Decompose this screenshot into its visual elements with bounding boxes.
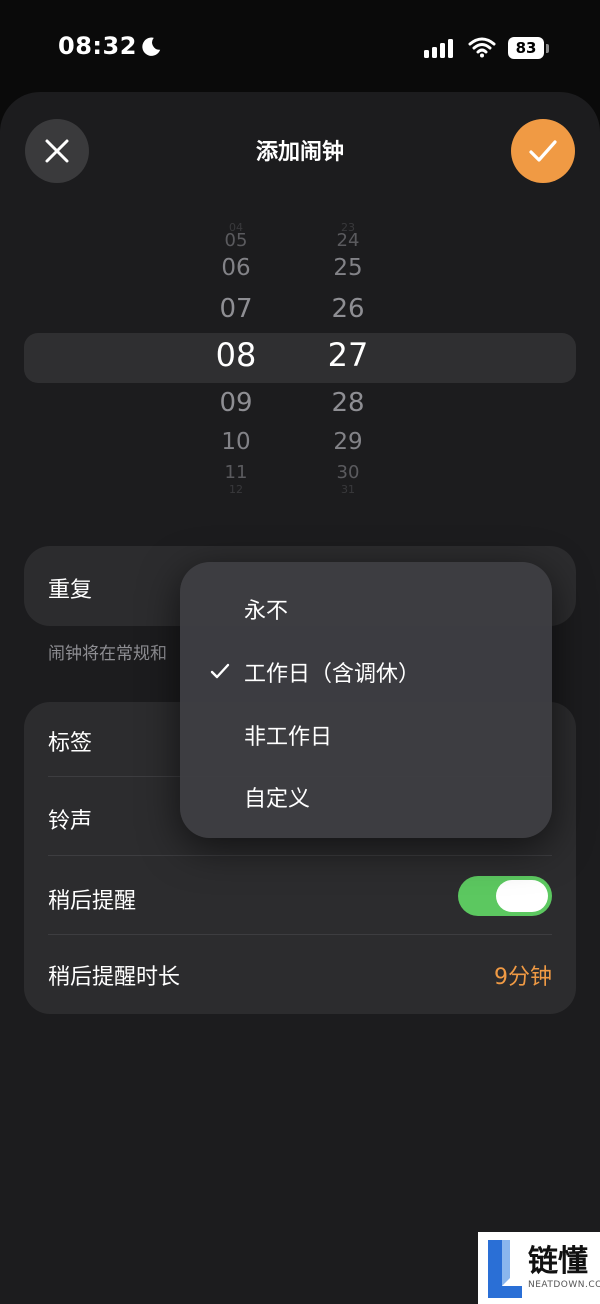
hour-option-11[interactable]: 11 [196,464,276,482]
toggle-knob [496,880,548,912]
snooze-toggle[interactable] [458,876,552,916]
minute-option-26[interactable]: 26 [308,296,388,322]
minute-option-28[interactable]: 28 [308,390,388,416]
signal-icon [424,39,453,58]
picker-selection-band [24,333,576,383]
status-bar: 08:32 83 [0,0,600,96]
ringtone-label[interactable]: 铃声 [48,803,92,835]
checkmark-icon [210,663,230,679]
snooze-duration-label[interactable]: 稍后提醒时长 [48,959,180,991]
repeat-label: 重复 [48,578,93,603]
minute-option-29[interactable]: 29 [308,431,388,454]
watermark-sub: NEATDOWN.COM [528,1280,600,1290]
divider [48,855,552,856]
hour-option-07[interactable]: 07 [196,296,276,322]
minute-option-27[interactable]: 27 [308,339,388,371]
hour-option-12[interactable]: 12 [196,484,276,495]
status-time: 08:32 [58,32,137,60]
menu-item-non-workdays[interactable]: 非工作日 [244,719,332,751]
menu-item-workdays[interactable]: 工作日（含调休） [244,656,420,688]
check-icon [529,140,557,162]
page-title: 添加闹钟 [255,140,344,165]
hour-option-08[interactable]: 08 [196,339,276,371]
divider [48,934,552,935]
minute-option-31[interactable]: 31 [308,484,388,495]
menu-item-never[interactable]: 永不 [244,593,288,625]
logo-icon [488,1240,522,1298]
hour-option-10[interactable]: 10 [196,431,276,454]
watermark-text: 链懂 [528,1244,588,1279]
confirm-button[interactable] [511,119,575,183]
snooze-label: 稍后提醒 [48,889,137,914]
battery-indicator: 83 [508,37,544,59]
hour-option-05[interactable]: 05 [196,232,276,250]
menu-item-custom[interactable]: 自定义 [244,781,310,813]
wifi-icon [468,37,496,58]
tag-label[interactable]: 标签 [48,725,92,757]
repeat-menu: 永不 工作日（含调休） 非工作日 自定义 [180,562,552,838]
watermark: 链懂 NEATDOWN.COM [478,1232,600,1304]
minute-option-24[interactable]: 24 [308,232,388,250]
minute-option-30[interactable]: 30 [308,464,388,482]
hour-option-06[interactable]: 06 [196,257,276,280]
moon-icon [142,37,161,56]
hour-option-09[interactable]: 09 [196,390,276,416]
battery-tip [546,44,549,53]
snooze-duration-value[interactable]: 9分钟 [494,959,552,991]
repeat-footnote: 闹钟将在常规和 [48,644,167,664]
minute-option-25[interactable]: 25 [308,257,388,280]
